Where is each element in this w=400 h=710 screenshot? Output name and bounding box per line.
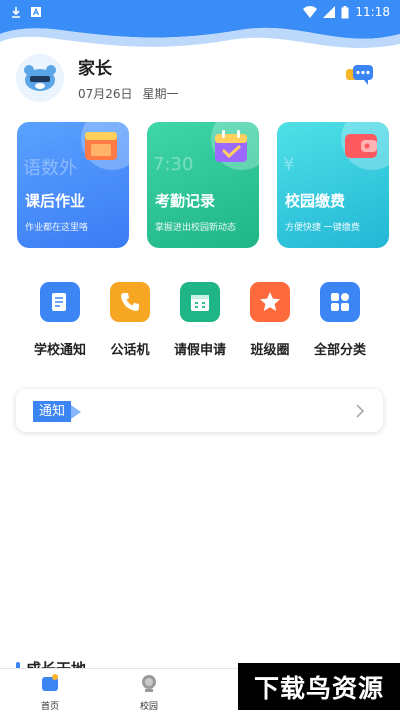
user-name: 家长 bbox=[78, 59, 112, 79]
homework-card-ghost-text: 语数外 bbox=[23, 158, 77, 179]
attendance-card-ghost-text: 7:30 bbox=[153, 154, 194, 175]
service-label: 学校通知 bbox=[33, 343, 86, 358]
status-bar: 11:18 bbox=[0, 0, 400, 24]
current-weekday: 星期一 bbox=[142, 87, 179, 101]
home-icon bbox=[42, 674, 58, 691]
current-date: 07月26日 bbox=[78, 87, 133, 101]
service-payphone[interactable]: 公话机 bbox=[95, 282, 165, 358]
payment-card-ghost-text: ¥ bbox=[283, 154, 295, 175]
signal-icon bbox=[323, 6, 336, 18]
service-school-notice[interactable]: 学校通知 bbox=[25, 282, 95, 358]
attendance-card[interactable]: 7:30 考勤记录 掌握进出校园新动态 bbox=[147, 122, 259, 248]
school-notice-icon bbox=[40, 282, 80, 322]
nav-campus[interactable]: 校园 bbox=[119, 673, 179, 710]
payment-card[interactable]: ¥ 校园缴费 方便快捷 一键缴费 bbox=[277, 122, 389, 248]
star-icon bbox=[250, 282, 290, 322]
service-class-circle[interactable]: 班级圈 bbox=[235, 282, 305, 358]
nav-home[interactable]: 首页 bbox=[20, 673, 80, 710]
service-label: 全部分类 bbox=[313, 343, 366, 358]
battery-icon bbox=[341, 5, 349, 18]
notice-tag: 通知 bbox=[33, 401, 82, 422]
wallet-icon bbox=[345, 134, 377, 158]
notebook-icon bbox=[85, 132, 117, 160]
homework-card[interactable]: 语数外 课后作业 作业都在这里咯 bbox=[17, 122, 129, 248]
payment-card-title: 校园缴费 bbox=[285, 192, 346, 210]
payment-card-subtitle: 方便快捷 一键缴费 bbox=[285, 223, 360, 233]
chevron-right-icon[interactable] bbox=[355, 403, 365, 419]
grid-icon bbox=[320, 282, 360, 322]
campus-icon bbox=[142, 675, 156, 692]
attendance-card-title: 考勤记录 bbox=[155, 192, 216, 210]
service-all-categories[interactable]: 全部分类 bbox=[305, 282, 375, 358]
service-label: 班级圈 bbox=[250, 343, 290, 358]
homework-card-title: 课后作业 bbox=[25, 192, 86, 210]
service-label: 请假申请 bbox=[173, 343, 226, 358]
notification-a-icon bbox=[31, 7, 41, 17]
watermark-logo: 下载鸟资源 bbox=[238, 663, 400, 710]
attendance-card-subtitle: 掌握进出校园新动态 bbox=[155, 223, 237, 233]
nav-home-label: 首页 bbox=[40, 702, 59, 710]
feature-cards: 语数外 课后作业 作业都在这里咯 7:30 考勤记录 掌握进出校园新动态 ¥ 校… bbox=[17, 122, 389, 250]
nav-campus-label: 校园 bbox=[139, 702, 158, 710]
download-icon bbox=[12, 7, 20, 18]
message-chat-icon[interactable] bbox=[346, 64, 374, 88]
profile-section: 家长 07月26日 星期一 bbox=[16, 52, 384, 104]
bear-avatar-icon bbox=[24, 65, 56, 91]
service-grid: 学校通知 公话机 请假申请 班级圈 全部分类 bbox=[0, 282, 400, 362]
notice-bar[interactable]: 通知 bbox=[16, 389, 383, 432]
status-time: 11:18 bbox=[355, 5, 390, 19]
calendar-icon bbox=[180, 282, 220, 322]
homework-card-subtitle: 作业都在这里咯 bbox=[25, 223, 89, 233]
avatar[interactable] bbox=[16, 54, 64, 102]
service-label: 公话机 bbox=[110, 343, 150, 358]
wifi-icon bbox=[303, 6, 318, 18]
phone-icon bbox=[110, 282, 150, 322]
service-leave-request[interactable]: 请假申请 bbox=[165, 282, 235, 358]
calendar-check-icon bbox=[215, 130, 247, 162]
